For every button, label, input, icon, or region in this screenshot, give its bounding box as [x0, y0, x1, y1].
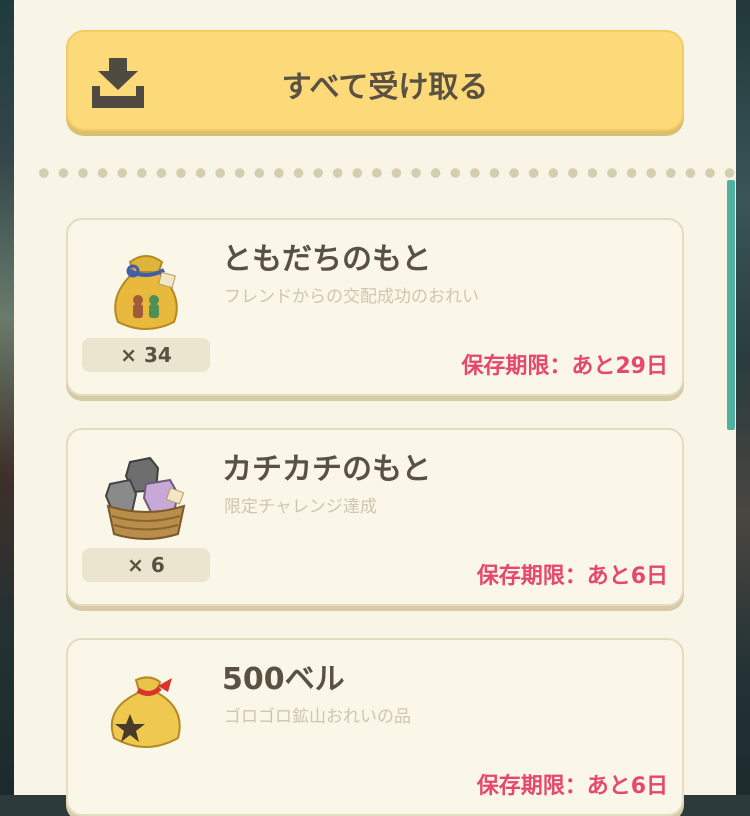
bell-bag-icon	[110, 676, 181, 748]
friend-essence-bag-icon	[114, 255, 178, 330]
claim-all-button[interactable]: すべて受け取る	[66, 30, 684, 131]
quantity-badge: × 6	[82, 548, 210, 582]
stone-essence-basket-icon	[104, 456, 186, 540]
expiry-label: 保存期限：あと6日	[476, 564, 668, 589]
item-description: フレンドからの交配成功のおれい	[224, 287, 479, 307]
claim-all-label: すべて受け取る	[281, 70, 489, 105]
item-name: 500ベル	[222, 662, 345, 697]
scrollbar[interactable]	[727, 180, 735, 430]
expiry-label: 保存期限：あと6日	[476, 774, 668, 799]
item-name: カチカチのもと	[222, 452, 432, 487]
present-list-panel: すべて受け取る × 34 ともだちのもと フレンドからの交配成功のおれい 保存期…	[14, 0, 738, 816]
item-description: 限定チャレンジ達成	[224, 497, 377, 517]
background-scene-right	[736, 0, 750, 795]
item-description: ゴロゴロ鉱山おれいの品	[224, 707, 411, 727]
dotted-divider	[34, 167, 738, 179]
quantity-badge: × 34	[82, 338, 210, 372]
list-item[interactable]: 500ベル ゴロゴロ鉱山おれいの品 保存期限：あと6日	[66, 638, 684, 816]
expiry-label: 保存期限：あと29日	[461, 354, 668, 379]
list-item[interactable]: × 6 カチカチのもと 限定チャレンジ達成 保存期限：あと6日	[66, 428, 684, 606]
list-item[interactable]: × 34 ともだちのもと フレンドからの交配成功のおれい 保存期限：あと29日	[66, 218, 684, 396]
background-scene-left	[0, 0, 14, 795]
item-name: ともだちのもと	[222, 242, 432, 277]
